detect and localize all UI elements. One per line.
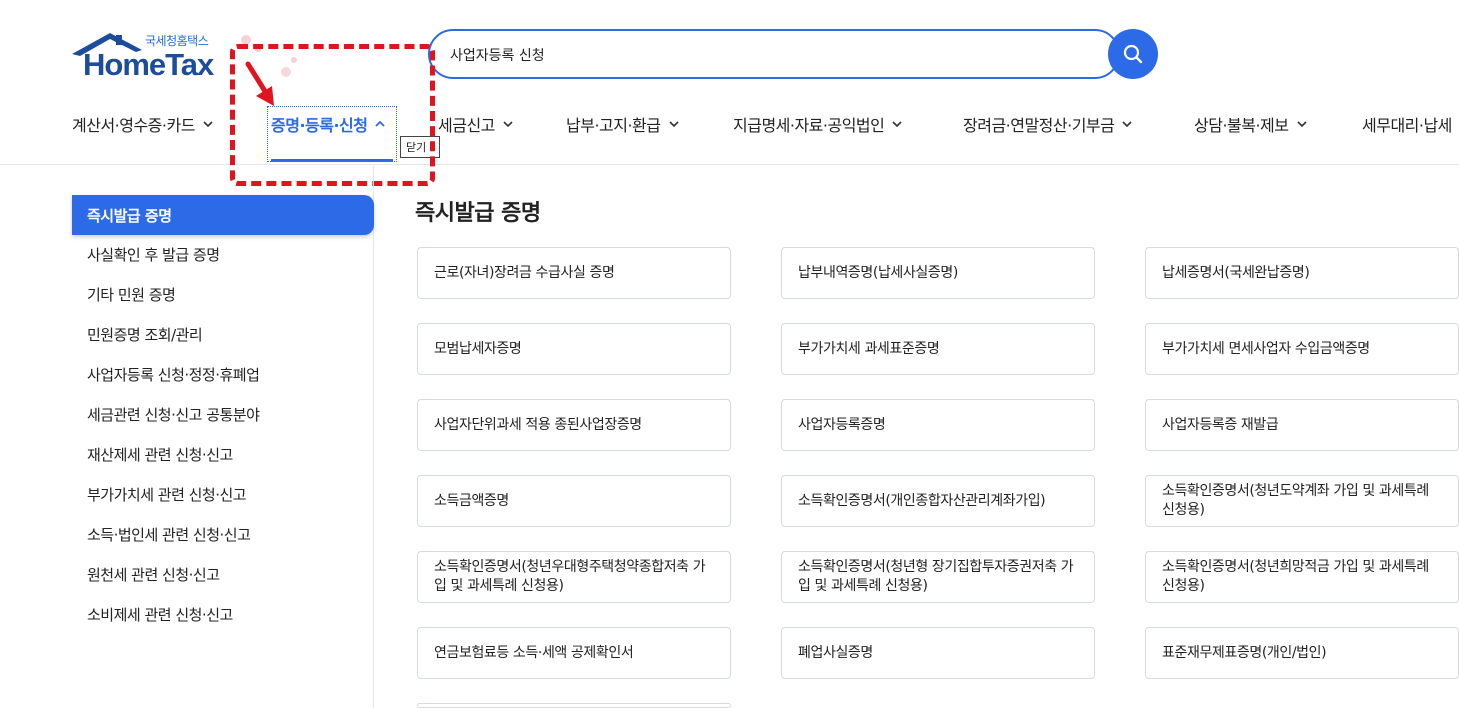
- cert-card[interactable]: 납부내역증명(납세사실증명): [781, 247, 1095, 299]
- sidebar-item-instant-cert[interactable]: 즉시발급 증명: [72, 195, 374, 235]
- cert-card[interactable]: 부가가치세 면세사업자 수입금액증명: [1145, 323, 1459, 375]
- cert-card-label: 납세증명서(국세완납증명): [1162, 264, 1310, 281]
- cert-card[interactable]: 소득확인증명서(청년형 장기집합투자증권저축 가입 및 과세특례 신청용): [781, 551, 1095, 603]
- sidebar-item-label: 사업자등록 신청·정정·휴폐업: [87, 365, 260, 384]
- sidebar-item-label: 기타 민원 증명: [87, 285, 176, 304]
- cert-card-partial[interactable]: [417, 703, 731, 708]
- gnb-label: 세무대리·납세: [1362, 116, 1452, 135]
- search-icon: [1123, 44, 1143, 64]
- sidebar-item-business-registration[interactable]: 사업자등록 신청·정정·휴폐업: [72, 354, 374, 394]
- gnb-label: 납부·고지·환급: [566, 116, 661, 135]
- cert-card[interactable]: 부가가치세 과세표준증명: [781, 323, 1095, 375]
- cert-card-label: 모범납세자증명: [434, 340, 522, 357]
- sidebar-item-verified-cert[interactable]: 사실확인 후 발급 증명: [72, 234, 374, 274]
- chevron-down-icon: [1296, 121, 1307, 128]
- sidebar-item-income-corp-tax[interactable]: 소득·법인세 관련 신청·신고: [72, 514, 374, 554]
- cert-card-label: 소득확인증명서(청년우대형주택청약종합저축 가입 및 과세특례 신청용): [434, 559, 706, 594]
- sidebar-item-property-tax[interactable]: 재산제세 관련 신청·신고: [72, 434, 374, 474]
- cert-card-label: 표준재무제표증명(개인/법인): [1162, 644, 1327, 661]
- logo-title: HomeTax: [83, 47, 214, 82]
- gnb-item-payment-statement[interactable]: 지급명세·자료·공익법인: [733, 104, 904, 144]
- search-button[interactable]: [1108, 29, 1158, 79]
- cert-card[interactable]: 소득확인증명서(개인종합자산관리계좌가입): [781, 475, 1095, 527]
- gnb-item-invoice[interactable]: 계산서·영수증·카드: [72, 104, 215, 144]
- gnb-item-consult[interactable]: 상담·불복·제보: [1194, 104, 1309, 144]
- cert-card-label: 소득확인증명서(청년도약계좌 가입 및 과세특례 신청용): [1162, 483, 1429, 518]
- sidebar-item-label: 사실확인 후 발급 증명: [87, 245, 220, 264]
- hometax-logo[interactable]: 국세청홈택스 HomeTax: [70, 30, 240, 85]
- sidebar: 즉시발급 증명 사실확인 후 발급 증명 기타 민원 증명 민원증명 조회/관리…: [0, 166, 374, 708]
- close-tooltip-label: 닫기: [406, 141, 427, 154]
- chevron-down-icon: [668, 121, 679, 128]
- gnb-label: 장려금·연말정산·기부금: [963, 116, 1115, 135]
- sidebar-item-label: 원천세 관련 신청·신고: [87, 565, 220, 584]
- active-tab-underline: [271, 159, 393, 162]
- sidebar-item-label: 민원증명 조회/관리: [87, 325, 203, 344]
- sidebar-item-common-tax[interactable]: 세금관련 신청·신고 공통분야: [72, 394, 374, 434]
- search-input[interactable]: [450, 43, 1090, 67]
- gnb-item-payment[interactable]: 납부·고지·환급: [566, 104, 681, 144]
- cert-card[interactable]: 근로(자녀)장려금 수급사실 증명: [417, 247, 731, 299]
- sidebar-item-label: 소득·법인세 관련 신청·신고: [87, 525, 251, 544]
- search-box: [428, 29, 1120, 79]
- cert-card[interactable]: 폐업사실증명: [781, 627, 1095, 679]
- chevron-down-icon: [203, 121, 213, 128]
- cert-card-label: 폐업사실증명: [798, 644, 873, 661]
- gnb-item-tax-agent[interactable]: 세무대리·납세: [1362, 104, 1452, 144]
- cert-card[interactable]: 모범납세자증명: [417, 323, 731, 375]
- focus-outline: [267, 106, 397, 162]
- sidebar-item-consumption-tax[interactable]: 소비제세 관련 신청·신고: [72, 594, 374, 634]
- gnb-item-tax-report[interactable]: 세금신고: [438, 104, 515, 144]
- cert-card[interactable]: 소득확인증명서(청년희망적금 가입 및 과세특례 신청용): [1145, 551, 1459, 603]
- cert-card-label: 소득확인증명서(청년희망적금 가입 및 과세특례 신청용): [1162, 559, 1429, 594]
- sidebar-item-label: 재산제세 관련 신청·신고: [87, 445, 233, 464]
- chevron-down-icon: [892, 121, 902, 128]
- sidebar-item-withholding-tax[interactable]: 원천세 관련 신청·신고: [72, 554, 374, 594]
- chevron-down-icon: [503, 121, 513, 128]
- sidebar-item-label: 즉시발급 증명: [87, 206, 172, 225]
- cert-card-label: 소득금액증명: [434, 492, 509, 509]
- cert-card[interactable]: 소득확인증명서(청년도약계좌 가입 및 과세특례 신청용): [1145, 475, 1459, 527]
- cert-card[interactable]: 사업자등록증명: [781, 399, 1095, 451]
- sidebar-item-label: 소비제세 관련 신청·신고: [87, 605, 233, 624]
- cert-card-label: 소득확인증명서(청년형 장기집합투자증권저축 가입 및 과세특례 신청용): [798, 559, 1074, 594]
- global-nav: 계산서·영수증·카드 증명·등록·신청 세금신고 납부·고지·환급 지급명세·자…: [0, 104, 1459, 144]
- cert-card-label: 사업자등록증명: [798, 416, 886, 433]
- header: 국세청홈택스 HomeTax 계산서·영수증·카드 증명·등록·신청 세금신고 …: [0, 0, 1459, 165]
- cert-card-label: 납부내역증명(납세사실증명): [798, 264, 958, 281]
- sidebar-item-cert-manage[interactable]: 민원증명 조회/관리: [72, 314, 374, 354]
- sidebar-item-label: 세금관련 신청·신고 공통분야: [87, 405, 260, 424]
- cert-card[interactable]: 표준재무제표증명(개인/법인): [1145, 627, 1459, 679]
- gnb-label: 상담·불복·제보: [1194, 116, 1289, 135]
- cert-card[interactable]: 사업자등록증 재발급: [1145, 399, 1459, 451]
- close-tooltip[interactable]: 닫기: [400, 136, 440, 158]
- cert-card-label: 사업자단위과세 적용 종된사업장증명: [434, 416, 642, 433]
- gnb-label: 세금신고: [438, 116, 495, 135]
- chevron-down-icon: [1122, 121, 1132, 128]
- gnb-item-incentive[interactable]: 장려금·연말정산·기부금: [963, 104, 1134, 144]
- cert-card[interactable]: 연금보험료등 소득·세액 공제확인서: [417, 627, 731, 679]
- sidebar-item-other-cert[interactable]: 기타 민원 증명: [72, 274, 374, 314]
- cert-card-label: 연금보험료등 소득·세액 공제확인서: [434, 644, 634, 661]
- sidebar-item-label: 부가가치세 관련 신청·신고: [87, 485, 247, 504]
- gnb-label: 계산서·영수증·카드: [72, 116, 195, 135]
- cert-card-label: 소득확인증명서(개인종합자산관리계좌가입): [798, 492, 1046, 509]
- cert-card[interactable]: 소득금액증명: [417, 475, 731, 527]
- cert-card-label: 사업자등록증 재발급: [1162, 416, 1279, 433]
- cert-card[interactable]: 납세증명서(국세완납증명): [1145, 247, 1459, 299]
- cert-card[interactable]: 소득확인증명서(청년우대형주택청약종합저축 가입 및 과세특례 신청용): [417, 551, 731, 603]
- cert-card-label: 부가가치세 면세사업자 수입금액증명: [1162, 340, 1370, 357]
- gnb-label: 지급명세·자료·공익법인: [733, 116, 885, 135]
- sidebar-item-vat[interactable]: 부가가치세 관련 신청·신고: [72, 474, 374, 514]
- search-bar: [428, 29, 1158, 79]
- page-title: 즉시발급 증명: [415, 201, 541, 226]
- cert-card-label: 부가가치세 과세표준증명: [798, 340, 940, 357]
- cert-card[interactable]: 사업자단위과세 적용 종된사업장증명: [417, 399, 731, 451]
- cert-card-label: 근로(자녀)장려금 수급사실 증명: [434, 264, 615, 281]
